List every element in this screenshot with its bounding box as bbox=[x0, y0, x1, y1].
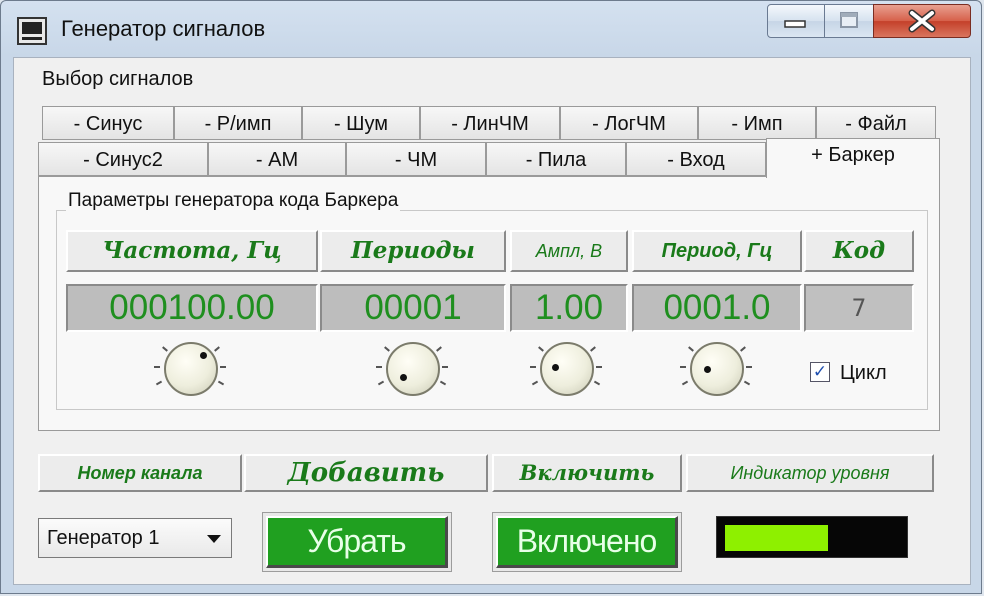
knob-indicator bbox=[552, 364, 559, 371]
frequency-knob[interactable] bbox=[154, 342, 226, 398]
maximize-button[interactable] bbox=[824, 4, 874, 38]
period-hz-header: Период, Гц bbox=[632, 230, 802, 272]
tab-fail[interactable]: - Файл bbox=[816, 106, 936, 140]
knob-tick bbox=[214, 346, 220, 352]
enable-header: Включить bbox=[492, 454, 682, 492]
knob-indicator bbox=[704, 366, 711, 373]
channel-select-value: Генератор 1 bbox=[47, 527, 160, 549]
knob-tick bbox=[442, 366, 448, 368]
tab-shum[interactable]: - Шум bbox=[302, 106, 420, 140]
periods-display[interactable]: 00001 bbox=[320, 284, 506, 332]
channel-header: Номер канала bbox=[38, 454, 242, 492]
tab-sinus[interactable]: - Синус bbox=[42, 106, 174, 140]
maximize-icon bbox=[840, 12, 858, 28]
knob-face bbox=[540, 342, 594, 396]
knob-tick bbox=[596, 366, 602, 368]
add-header: Добавить bbox=[244, 454, 488, 492]
amplitude-header: Ампл, В bbox=[510, 230, 628, 272]
caption-buttons bbox=[767, 4, 971, 40]
frequency-display[interactable]: 000100.00 bbox=[66, 284, 318, 332]
knob-tick bbox=[436, 346, 442, 352]
minimize-icon bbox=[784, 20, 806, 28]
knob-tick bbox=[220, 366, 226, 368]
enabled-toggle-button[interactable]: Включено bbox=[496, 516, 678, 568]
knob-tick bbox=[384, 346, 390, 352]
knob-tick bbox=[538, 346, 544, 352]
level-indicator bbox=[716, 516, 908, 558]
group-title: Параметры генератора кода Баркера bbox=[66, 190, 401, 212]
knob-tick bbox=[746, 366, 752, 368]
knob-face bbox=[164, 342, 218, 396]
knob-tick bbox=[530, 366, 536, 368]
code-display[interactable]: 7 bbox=[804, 284, 914, 332]
channel-select[interactable]: Генератор 1 bbox=[38, 518, 232, 558]
knob-face bbox=[690, 342, 744, 396]
frequency-header: Частота, Гц bbox=[66, 230, 318, 272]
check-icon: ✓ bbox=[812, 362, 828, 381]
knob-tick bbox=[376, 366, 382, 368]
close-button[interactable] bbox=[873, 4, 971, 38]
cycle-label: Цикл bbox=[840, 362, 887, 384]
tab-am[interactable]: - АМ bbox=[208, 142, 346, 176]
tab-r-imp[interactable]: - Р/имп bbox=[174, 106, 302, 140]
period-hz-knob[interactable] bbox=[680, 342, 752, 398]
close-icon bbox=[908, 9, 936, 33]
knob-tick bbox=[688, 346, 694, 352]
periods-header: Периоды bbox=[320, 230, 506, 272]
level-header: Индикатор уровня bbox=[686, 454, 934, 492]
knob-indicator bbox=[400, 374, 407, 381]
knob-tick bbox=[154, 366, 160, 368]
knob-face bbox=[386, 342, 440, 396]
amplitude-knob[interactable] bbox=[530, 342, 602, 398]
cycle-checkbox[interactable]: ✓ bbox=[810, 362, 830, 382]
tab-vhod[interactable]: - Вход bbox=[626, 142, 766, 176]
tab-barker[interactable]: + Баркер bbox=[766, 138, 940, 178]
knob-tick bbox=[680, 366, 686, 368]
tab-sinus2[interactable]: - Синус2 bbox=[38, 142, 208, 176]
period-hz-display[interactable]: 0001.0 bbox=[632, 284, 802, 332]
tab-linchm[interactable]: - ЛинЧМ bbox=[420, 106, 560, 140]
periods-knob[interactable] bbox=[376, 342, 448, 398]
tab-imp[interactable]: - Имп bbox=[698, 106, 816, 140]
knob-tick bbox=[740, 346, 746, 352]
knob-tick bbox=[590, 346, 596, 352]
tab-pila[interactable]: - Пила bbox=[486, 142, 626, 176]
tab-logchm[interactable]: - ЛогЧМ bbox=[560, 106, 698, 140]
app-icon bbox=[17, 17, 47, 45]
level-indicator-fill bbox=[725, 525, 828, 551]
window-title: Генератор сигналов bbox=[61, 16, 266, 41]
minimize-button[interactable] bbox=[767, 4, 825, 38]
remove-button[interactable]: Убрать bbox=[266, 516, 448, 568]
knob-tick bbox=[162, 346, 168, 352]
signal-select-label: Выбор сигналов bbox=[42, 68, 194, 90]
title-bar[interactable]: Генератор сигналов bbox=[1, 1, 981, 53]
amplitude-display[interactable]: 1.00 bbox=[510, 284, 628, 332]
code-header: Код bbox=[804, 230, 914, 272]
tab-chm[interactable]: - ЧМ bbox=[346, 142, 486, 176]
chevron-down-icon bbox=[207, 535, 221, 543]
knob-indicator bbox=[200, 352, 207, 359]
